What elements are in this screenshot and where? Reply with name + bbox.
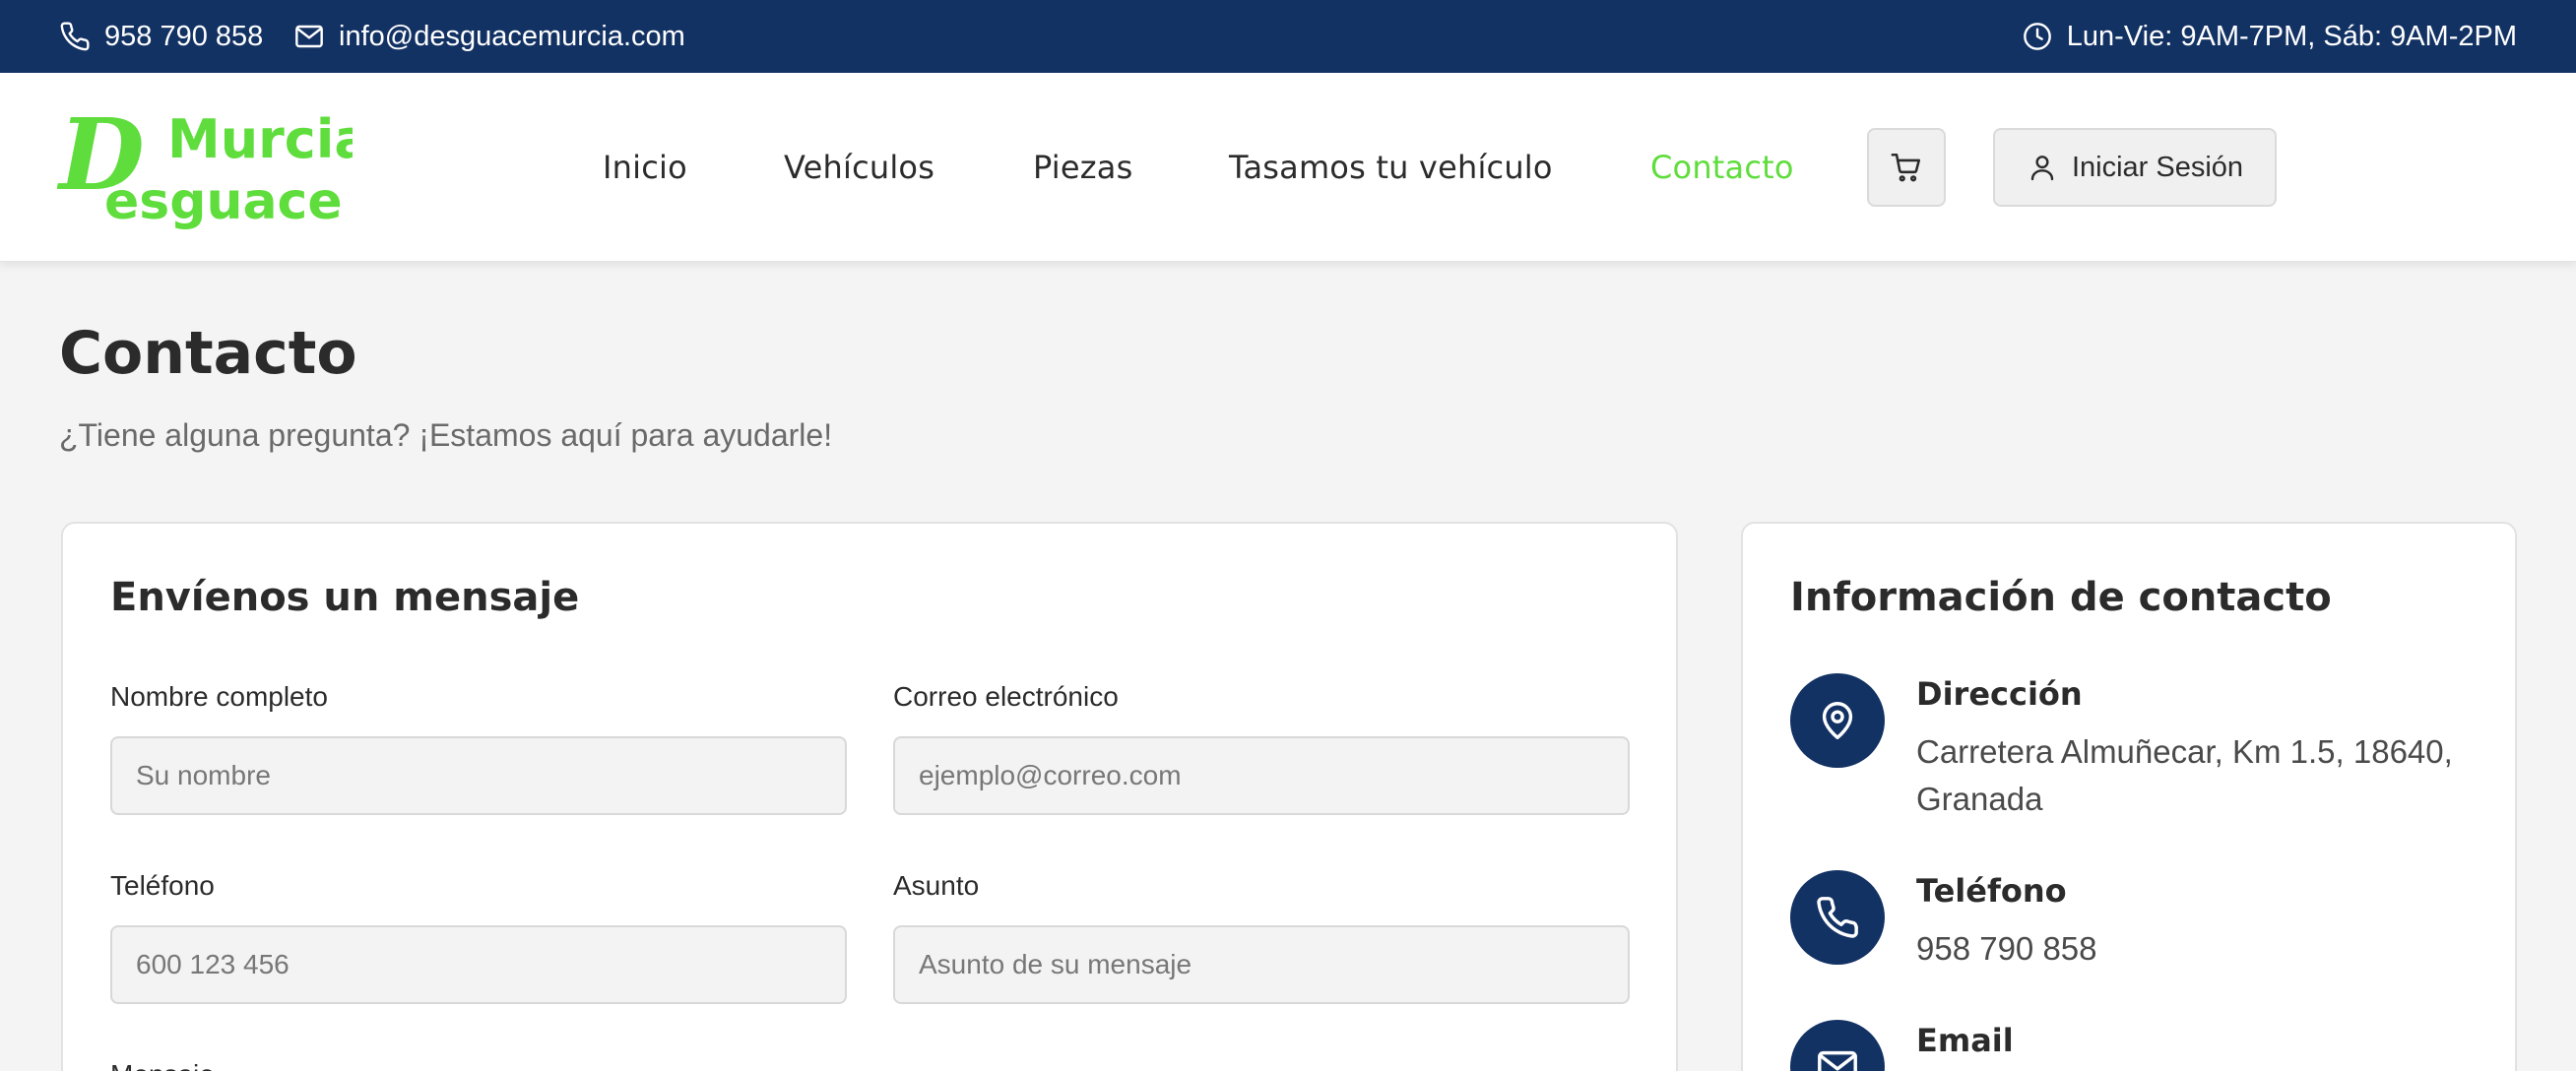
email-input[interactable] [893,736,1630,815]
form-title: Envíenos un mensaje [110,575,580,620]
phone-heading: Teléfono [1916,872,2067,910]
address-icon-badge [1790,673,1885,768]
svg-text:Murcia: Murcia [167,108,353,170]
top-bar: 958 790 858 info@desguacemurcia.com Lun-… [0,0,2576,73]
cart-icon [1891,153,1921,182]
topbar-phone[interactable]: 958 790 858 [59,0,263,73]
login-button[interactable]: Iniciar Sesión [1993,128,2277,207]
page-subtitle: ¿Tiene alguna pregunta? ¡Estamos aquí pa… [59,417,833,453]
name-label: Nombre completo [110,681,328,712]
address-heading: Dirección [1916,675,2083,713]
message-label: Mensaje [110,1059,215,1071]
topbar-hours: Lun-Vie: 9AM-7PM, Sáb: 9AM-2PM [2022,0,2517,73]
subject-label: Asunto [893,870,980,901]
user-icon [2030,156,2054,181]
phone-input[interactable] [110,925,847,1004]
site-logo[interactable]: D Murcia esguace [57,98,353,234]
name-input[interactable] [110,736,847,815]
nav-tasamos[interactable]: Tasamos tu vehículo [1229,73,1553,262]
nav-piezas[interactable]: Piezas [1033,73,1132,262]
svg-text:esguace: esguace [104,172,343,231]
mail-icon [295,25,323,48]
phone-value[interactable]: 958 790 858 [1916,925,2097,973]
nav-contacto[interactable]: Contacto [1650,73,1794,262]
phone-icon-badge [1790,870,1885,965]
info-title: Información de contacto [1790,575,2332,620]
clock-icon [2023,23,2051,50]
phone-icon [60,22,90,51]
mail-icon [1818,1050,1857,1071]
nav-vehiculos[interactable]: Vehículos [784,73,934,262]
topbar-email-text: info@desguacemurcia.com [339,20,685,52]
contact-form-card: Envíenos un mensaje Nombre completo Corr… [61,522,1678,1071]
address-line-1: Carretera Almuñecar, Km 1.5, 18640, [1916,733,2453,770]
phone-label: Teléfono [110,870,215,901]
topbar-email[interactable]: info@desguacemurcia.com [293,0,685,73]
cart-button[interactable] [1867,128,1946,207]
address-line-2: Granada [1916,781,2043,817]
email-heading: Email [1916,1022,2014,1059]
contact-info-card: Información de contacto Dirección Carret… [1741,522,2517,1071]
topbar-phone-text: 958 790 858 [104,20,264,52]
subject-input[interactable] [893,925,1630,1004]
topbar-hours-text: Lun-Vie: 9AM-7PM, Sáb: 9AM-2PM [2066,20,2517,52]
phone-icon [1817,897,1858,938]
login-label: Iniciar Sesión [2071,151,2244,183]
page-title: Contacto [59,319,357,388]
map-pin-icon [1822,702,1853,739]
email-label: Correo electrónico [893,681,1119,712]
nav-inicio[interactable]: Inicio [603,73,687,262]
email-icon-badge [1790,1020,1885,1071]
